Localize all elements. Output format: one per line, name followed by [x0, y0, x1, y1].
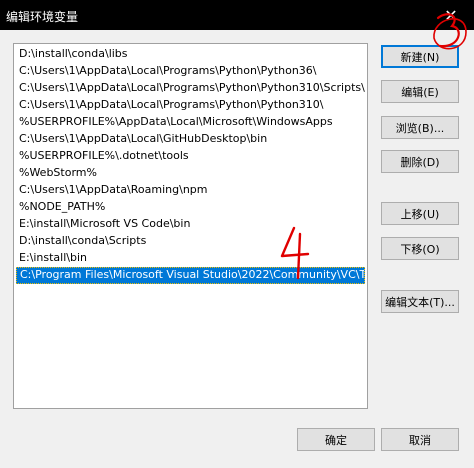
path-list-item[interactable]: D:\install\conda\Scripts	[16, 233, 365, 249]
cancel-button[interactable]: 取消	[381, 428, 459, 451]
edit-button[interactable]: 编辑(E)	[381, 80, 459, 103]
ok-button[interactable]: 确定	[297, 428, 375, 451]
path-list-item[interactable]: %USERPROFILE%\AppData\Local\Microsoft\Wi…	[16, 114, 365, 130]
path-list-item[interactable]: E:\install\bin	[16, 250, 365, 266]
dialog-body: D:\install\conda\libs C:\Users\1\AppData…	[0, 30, 474, 468]
path-list-item-selected[interactable]: C:\Program Files\Microsoft Visual Studio…	[16, 267, 365, 284]
close-icon: ✕	[444, 5, 458, 25]
path-list-item[interactable]: C:\Users\1\AppData\Roaming\npm	[16, 182, 365, 198]
move-down-button[interactable]: 下移(O)	[381, 237, 459, 260]
path-list-item[interactable]: C:\Users\1\AppData\Local\Programs\Python…	[16, 80, 365, 96]
browse-button[interactable]: 浏览(B)...	[381, 116, 459, 139]
title-bar: 编辑环境变量 ✕	[0, 0, 474, 30]
path-list-item[interactable]: C:\Users\1\AppData\Local\GitHubDesktop\b…	[16, 131, 365, 147]
path-list-item[interactable]: D:\install\conda\libs	[16, 46, 365, 62]
move-up-button[interactable]: 上移(U)	[381, 202, 459, 225]
close-button[interactable]: ✕	[428, 0, 474, 30]
path-list[interactable]: D:\install\conda\libs C:\Users\1\AppData…	[13, 43, 368, 409]
path-list-item[interactable]: C:\Users\1\AppData\Local\Programs\Python…	[16, 63, 365, 79]
path-list-item[interactable]: C:\Users\1\AppData\Local\Programs\Python…	[16, 97, 365, 113]
new-button[interactable]: 新建(N)	[381, 45, 459, 68]
window-title: 编辑环境变量	[6, 10, 79, 24]
path-list-item[interactable]: E:\install\Microsoft VS Code\bin	[16, 216, 365, 232]
edit-text-button[interactable]: 编辑文本(T)...	[381, 290, 459, 313]
path-list-item[interactable]: %NODE_PATH%	[16, 199, 365, 215]
path-list-item[interactable]: %WebStorm%	[16, 165, 365, 181]
delete-button[interactable]: 删除(D)	[381, 150, 459, 173]
path-list-item[interactable]: %USERPROFILE%\.dotnet\tools	[16, 148, 365, 164]
